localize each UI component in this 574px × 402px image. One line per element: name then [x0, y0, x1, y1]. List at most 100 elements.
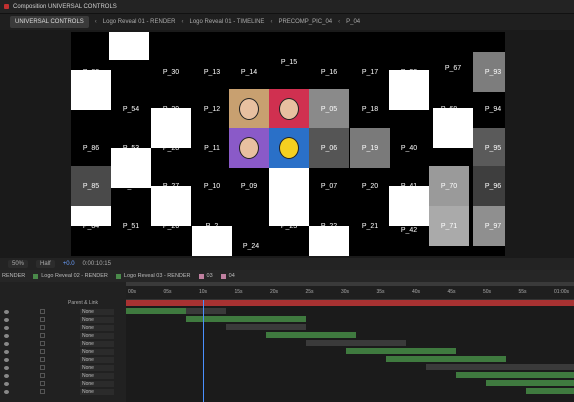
zoom-dropdown[interactable]: 50% [8, 260, 29, 268]
tile-p-85: P_85 [71, 166, 111, 206]
eye-icon[interactable] [4, 310, 9, 314]
layer-bar[interactable] [386, 356, 506, 362]
layer-bar[interactable] [266, 332, 356, 338]
parent-dropdown[interactable]: None [80, 389, 114, 395]
switch-box[interactable] [40, 357, 45, 362]
switch-box[interactable] [40, 349, 45, 354]
parent-dropdown[interactable]: None [80, 309, 114, 315]
parent-dropdown[interactable]: None [80, 341, 114, 347]
switch-box[interactable] [40, 389, 45, 394]
layer-bar[interactable] [126, 300, 574, 306]
timeline-tab[interactable]: Logo Reveal 02 - RENDER [33, 273, 108, 279]
layer-bar[interactable] [486, 380, 574, 386]
chevron-left-icon: ‹ [270, 19, 273, 25]
playhead[interactable] [203, 300, 204, 402]
ruler-tick: 40s [412, 289, 421, 295]
switch-box[interactable] [40, 341, 45, 346]
eye-icon[interactable] [4, 358, 9, 362]
composition-viewer[interactable]: P_88 P_30 P_13 P_14 P_15 P_16 P_17 P_38 P_67 P_93… [0, 30, 574, 258]
tile-p-42: P_42 [400, 226, 418, 234]
layer-bar[interactable] [126, 308, 186, 314]
timeline-tab-bar: RENDER Logo Reveal 02 - RENDER Logo Reve… [0, 270, 574, 282]
tab-logo-reveal-01-timeline[interactable]: Logo Reveal 01 - TIMELINE [190, 19, 265, 25]
eye-icon[interactable] [4, 326, 9, 330]
composition-canvas[interactable]: P_88 P_30 P_13 P_14 P_15 P_16 P_17 P_38 P_67 P_93… [71, 32, 505, 256]
tile-p-21: P_21 [361, 222, 379, 230]
panel-title-bar: Composition UNIVERSAL CONTROLS [0, 0, 574, 14]
ruler-tick: 05s [163, 289, 172, 295]
face-icon [239, 137, 259, 159]
layer-bar[interactable] [186, 316, 306, 322]
tile-p-18: P_18 [361, 105, 379, 113]
parent-dropdown[interactable]: None [80, 373, 114, 379]
tile-p-30: P_30 [162, 68, 180, 76]
tab-precomp-pic-04[interactable]: PRECOMP_PIC_04 [278, 19, 332, 25]
eye-icon[interactable] [4, 342, 9, 346]
timeline-tab[interactable]: 03 [198, 273, 213, 279]
tile-p-07: P_07 [320, 182, 338, 190]
tile-p-06: P_06 [309, 128, 349, 168]
tile-p-20: P_20 [361, 182, 379, 190]
parent-dropdown[interactable]: None [80, 325, 114, 331]
resolution-dropdown[interactable]: Half [36, 260, 55, 268]
current-time[interactable]: 0:00:10:15 [83, 261, 111, 267]
tab-logo-reveal-01-render[interactable]: Logo Reveal 01 - RENDER [103, 19, 176, 25]
tile-p-51: P_51 [122, 222, 140, 230]
switch-box[interactable] [40, 365, 45, 370]
eye-icon[interactable] [4, 334, 9, 338]
switch-box[interactable] [40, 373, 45, 378]
layer-bar[interactable] [346, 348, 456, 354]
parent-dropdown[interactable]: None [80, 381, 114, 387]
layer-bar[interactable] [426, 364, 574, 370]
ruler-tick: 35s [376, 289, 385, 295]
layer-bar[interactable] [306, 340, 406, 346]
tab-universal-controls[interactable]: UNIVERSAL CONTROLS [10, 16, 89, 28]
tile-p-88: P_88 [82, 68, 100, 76]
layer-bar[interactable] [456, 372, 574, 378]
timeline-tab[interactable]: RENDER [2, 273, 25, 279]
exposure-value[interactable]: +0.0 [63, 261, 75, 267]
timeline-tab[interactable]: 04 [220, 273, 235, 279]
parent-dropdown[interactable]: None [80, 349, 114, 355]
face-icon [279, 137, 299, 159]
switch-box[interactable] [40, 317, 45, 322]
switch-box[interactable] [40, 381, 45, 386]
tile-p-10: P_10 [203, 182, 221, 190]
switch-box[interactable] [40, 309, 45, 314]
eye-icon[interactable] [4, 366, 9, 370]
tile-p-96: P_96 [473, 166, 505, 206]
tile-p-97: P_97 [473, 206, 505, 246]
avatar [269, 128, 309, 168]
parent-dropdown[interactable]: None [80, 365, 114, 371]
avatar [229, 89, 269, 129]
tile-p-26: P_26 [162, 222, 180, 230]
switch-box[interactable] [40, 333, 45, 338]
tile-p-67: P_67 [444, 64, 462, 72]
ruler-tick: 10s [199, 289, 208, 295]
parent-dropdown[interactable]: None [80, 333, 114, 339]
time-ruler[interactable]: 00s 05s 10s 15s 20s 25s 30s 35s 40s 45s 50s 55s 01:0… [126, 282, 574, 300]
eye-icon[interactable] [4, 382, 9, 386]
layer-bar[interactable] [526, 388, 574, 394]
eye-icon[interactable] [4, 390, 9, 394]
tab-p-04[interactable]: P_04 [346, 19, 360, 25]
avatar [269, 89, 309, 129]
panel-title: Composition UNIVERSAL CONTROLS [13, 3, 117, 10]
parent-dropdown[interactable]: None [80, 317, 114, 323]
close-icon[interactable] [4, 4, 9, 9]
layer-bar[interactable] [226, 324, 306, 330]
switch-box[interactable] [40, 325, 45, 330]
tile-p-05: P_05 [309, 89, 349, 129]
tile-p-71: P_71 [429, 206, 469, 246]
tile-p-95: P_95 [473, 128, 505, 168]
layer-tracks[interactable] [126, 300, 574, 402]
eye-icon[interactable] [4, 350, 9, 354]
eye-icon[interactable] [4, 318, 9, 322]
tile-p-41: P_41 [400, 182, 418, 190]
timeline-tab[interactable]: Logo Reveal 03 - RENDER [115, 273, 191, 279]
work-area-bar[interactable] [126, 282, 574, 286]
eye-icon[interactable] [4, 374, 9, 378]
parent-dropdown[interactable]: None [80, 357, 114, 363]
tile-p-2: P_2 [205, 222, 219, 230]
ruler-tick: 01:00s [554, 289, 570, 295]
